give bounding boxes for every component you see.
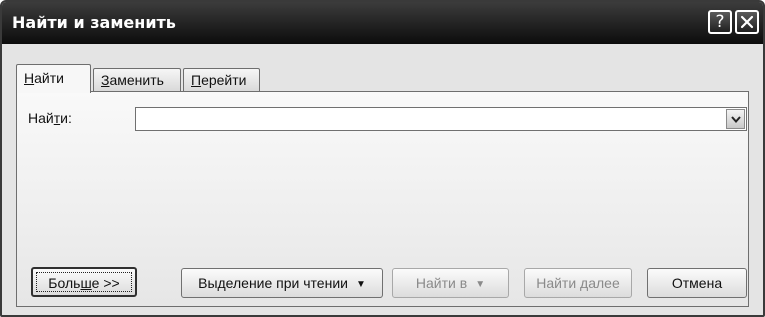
find-in-label: Найти в	[415, 275, 468, 291]
tab-find[interactable]: Найти	[16, 64, 91, 93]
cancel-label: Отмена	[671, 275, 723, 291]
tab-label-post: ерейти	[201, 72, 247, 88]
more-button[interactable]: Больше >>	[31, 267, 137, 297]
dropdown-caret-icon: ▼	[475, 279, 486, 290]
close-button[interactable]	[735, 10, 759, 34]
tab-replace[interactable]: Заменить	[93, 68, 181, 92]
find-label: Найти:	[28, 110, 72, 126]
tab-label-post: айти	[34, 70, 64, 86]
tab-label-accesskey: П	[191, 72, 202, 88]
dropdown-caret-icon: ▼	[355, 279, 366, 290]
close-icon	[740, 15, 754, 29]
help-icon: ?	[715, 12, 725, 32]
more-label-accesskey: ш	[80, 275, 92, 291]
find-combobox[interactable]	[135, 107, 747, 131]
more-label-post: е >>	[91, 275, 120, 291]
tab-goto[interactable]: Перейти	[183, 68, 260, 92]
more-button-label: Больше >>	[48, 269, 119, 297]
find-input[interactable]	[136, 108, 724, 130]
chevron-down-icon	[731, 116, 741, 124]
find-history-dropdown-button[interactable]	[726, 109, 745, 129]
tab-label-post: аменить	[109, 72, 164, 88]
more-label-pre: Боль	[48, 275, 81, 291]
title-bar: Найти и заменить ?	[2, 2, 763, 44]
tab-label-accesskey: Н	[24, 70, 35, 86]
cancel-button[interactable]: Отмена	[647, 268, 747, 298]
dialog-title: Найти и заменить	[12, 13, 176, 32]
find-label-pre: Най	[28, 110, 54, 126]
help-button[interactable]: ?	[708, 10, 732, 34]
reading-highlight-button[interactable]: Выделение при чтении ▼	[181, 268, 383, 298]
tab-panel-find: Найти: Больше >> Выделение при чтении ▼ Н…	[16, 91, 749, 307]
find-replace-dialog: Найти и заменить ? Найти Заменить Перейт…	[0, 0, 765, 317]
find-next-button[interactable]: Найти далее	[524, 268, 632, 298]
reading-highlight-label: Выделение при чтении	[198, 275, 348, 291]
find-label-post: и:	[60, 110, 72, 126]
find-next-label: Найти далее	[536, 275, 620, 291]
find-in-button[interactable]: Найти в ▼	[392, 268, 509, 298]
